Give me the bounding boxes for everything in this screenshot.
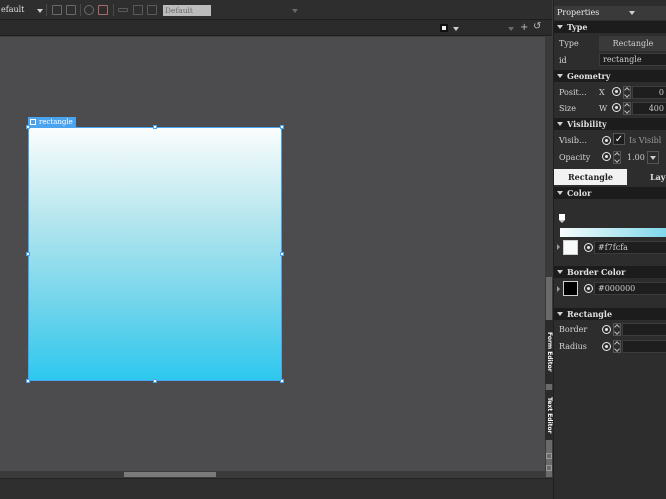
position-label: Posit… — [559, 88, 587, 97]
panel-icon[interactable] — [546, 465, 552, 471]
radius-field[interactable] — [622, 340, 666, 353]
chevron-down-icon[interactable] — [508, 27, 514, 31]
chevron-down-icon[interactable] — [629, 11, 635, 15]
type-label: Type — [559, 39, 579, 48]
background-color-icon[interactable] — [440, 24, 448, 32]
rectangle-item[interactable] — [28, 127, 282, 381]
resize-handle-right[interactable] — [280, 252, 284, 256]
grid-icon[interactable] — [98, 5, 108, 15]
align-icon[interactable] — [52, 5, 62, 15]
chevron-down-icon — [650, 156, 656, 160]
resize-handle-bottom-right[interactable] — [280, 379, 284, 383]
border-field[interactable] — [622, 323, 666, 336]
toolbar-separator — [46, 4, 47, 16]
tab-form-editor[interactable]: Form Editor — [545, 320, 553, 384]
section-border-color[interactable]: Border Color — [554, 266, 666, 278]
w-label: W — [599, 104, 608, 113]
horizontal-scrollbar[interactable] — [0, 471, 545, 478]
chevron-down-icon[interactable] — [292, 9, 298, 13]
status-bar — [0, 478, 553, 499]
id-label: id — [559, 56, 567, 65]
visible-checkbox-label: Is Visibl — [629, 136, 662, 145]
border-spinner[interactable] — [613, 323, 621, 336]
toolbar: efault Default — [0, 0, 552, 20]
reset-view-icon[interactable]: ↺ — [533, 21, 541, 32]
binding-indicator-icon[interactable] — [603, 343, 610, 350]
section-rectangle[interactable]: Rectangle — [554, 308, 666, 320]
resize-handle-top-right[interactable] — [280, 125, 284, 129]
opacity-field[interactable]: 1.00 — [623, 151, 647, 164]
layout-icon[interactable] — [118, 8, 128, 12]
properties-panel: Properties Type Type Rectangle id rectan… — [553, 0, 666, 499]
opacity-spinner[interactable] — [613, 151, 621, 164]
section-color[interactable]: Color — [554, 187, 666, 199]
id-field[interactable]: rectangle — [599, 53, 666, 66]
binding-indicator-icon[interactable] — [613, 104, 620, 111]
row-icon[interactable] — [147, 5, 157, 15]
type-value: Rectangle — [599, 36, 666, 51]
border-color-field[interactable]: #000000 — [594, 282, 666, 295]
section-geometry[interactable]: Geometry — [554, 70, 666, 82]
distribute-icon[interactable] — [66, 5, 76, 15]
column-icon[interactable] — [133, 5, 143, 15]
opacity-label: Opacity — [559, 153, 591, 162]
component-icon — [30, 119, 36, 125]
panel-icon[interactable] — [546, 453, 552, 459]
canvas-toolbar: + ↺ — [0, 20, 552, 36]
tab-rectangle[interactable]: Rectangle — [554, 169, 627, 185]
binding-indicator-icon[interactable] — [603, 326, 610, 333]
border-color-swatch[interactable] — [563, 281, 578, 296]
radius-spinner[interactable] — [613, 340, 621, 353]
binding-indicator-icon[interactable] — [585, 285, 592, 292]
section-visibility[interactable]: Visibility — [554, 118, 666, 130]
properties-header: Properties — [554, 6, 666, 20]
size-label: Size — [559, 104, 576, 113]
chevron-down-icon[interactable] — [453, 27, 459, 31]
radius-label: Radius — [559, 342, 587, 351]
tab-layout[interactable]: Layo — [627, 169, 666, 185]
opacity-dropdown[interactable] — [647, 151, 659, 164]
toolbar-separator — [113, 4, 114, 16]
x-label: X — [599, 88, 605, 97]
x-field[interactable]: 0 — [632, 86, 666, 99]
w-field[interactable]: 400 — [632, 102, 666, 115]
state-combo[interactable]: Default — [163, 5, 211, 16]
toolbar-separator — [80, 4, 81, 16]
resize-handle-bottom[interactable] — [153, 379, 157, 383]
x-spinner[interactable] — [623, 86, 631, 99]
w-spinner[interactable] — [623, 102, 631, 115]
color-field[interactable]: #f7fcfa — [594, 241, 666, 254]
chevron-down-icon[interactable] — [559, 220, 565, 223]
section-type[interactable]: Type — [554, 21, 666, 33]
resize-handle-left[interactable] — [26, 252, 30, 256]
color-swatch[interactable] — [563, 240, 578, 255]
binding-indicator-icon[interactable] — [585, 244, 592, 251]
gradient-bar[interactable] — [560, 228, 666, 237]
binding-indicator-icon[interactable] — [603, 137, 610, 144]
zoom-in-icon[interactable]: + — [520, 22, 528, 33]
binding-indicator-icon[interactable] — [613, 88, 620, 95]
resize-handle-top-left[interactable] — [26, 125, 30, 129]
binding-indicator-icon[interactable] — [603, 153, 610, 160]
tab-text-editor[interactable]: Text Editor — [545, 390, 553, 440]
visible-checkbox[interactable]: ✓ — [613, 133, 625, 145]
properties-title: Properties — [557, 8, 600, 17]
horizontal-scrollbar-thumb[interactable] — [124, 472, 216, 477]
resize-handle-bottom-left[interactable] — [26, 379, 30, 383]
resize-handle-top[interactable] — [153, 125, 157, 129]
circle-icon[interactable] — [84, 5, 94, 15]
expand-icon[interactable] — [557, 286, 560, 292]
visible-label: Visib… — [559, 136, 587, 145]
selection-label-text: rectangle — [39, 118, 73, 126]
expand-icon[interactable] — [557, 244, 560, 250]
border-label: Border — [559, 325, 588, 334]
chevron-down-icon[interactable] — [37, 9, 43, 13]
style-combo[interactable]: efault — [1, 4, 24, 16]
